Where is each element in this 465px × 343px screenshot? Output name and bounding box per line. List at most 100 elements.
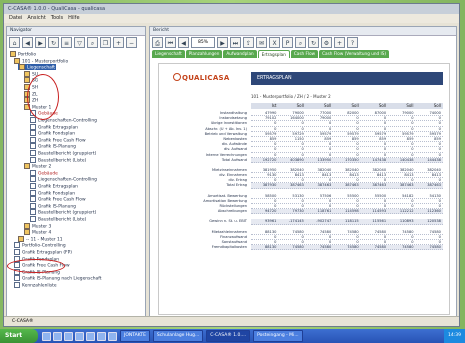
quicklaunch-icon[interactable] xyxy=(86,331,95,341)
tree-folder[interactable]: Muster 2 xyxy=(24,163,51,170)
refresh-icon[interactable]: ↻ xyxy=(48,37,59,48)
taskbar-button[interactable]: Schulanlage Hug... xyxy=(152,330,204,342)
table-cell: 147438 xyxy=(372,157,387,162)
taskbar-button[interactable]: C-CASA® 1.0.... xyxy=(206,330,251,342)
tree-folder[interactable]: Portfolio xyxy=(10,51,36,58)
taskbar-button[interactable]: JONTAKTE xyxy=(120,330,150,342)
tab-cash-flow-verwaltung-und-is-[interactable]: Cash Flow (Verwaltung und IS) xyxy=(319,50,390,58)
forward-icon[interactable]: ▶ xyxy=(35,37,46,48)
start-button[interactable]: Start xyxy=(0,329,38,343)
back-icon[interactable]: ◀ xyxy=(22,37,33,48)
tree-label: Kennzahlenliste xyxy=(22,283,57,289)
taskbar-button[interactable]: Posteingang - Mi... xyxy=(253,330,303,342)
menu-item[interactable]: Ansicht xyxy=(27,15,45,21)
table-cell: 112360 xyxy=(427,209,441,214)
table-cell: 381950 xyxy=(262,167,277,172)
tree-item[interactable]: Grafik Free Cash Flow xyxy=(30,136,86,143)
copy-icon[interactable]: ❐ xyxy=(100,37,111,48)
quicklaunch-icon[interactable] xyxy=(108,331,117,341)
table-cell: 74580 xyxy=(319,245,332,250)
screen-background: C-CASA® 1.0.0 - QualiCasa - qualicasa Da… xyxy=(0,0,465,343)
tree-item[interactable]: Grafik Fondsplan xyxy=(30,189,75,196)
tree-item[interactable]: Portfolio-Controlling xyxy=(14,242,66,249)
search-icon[interactable]: ⌕ xyxy=(87,37,98,48)
next-page-icon[interactable]: ▶ xyxy=(217,37,228,48)
print-icon[interactable]: ⎙ xyxy=(152,37,163,48)
table-cell: 0 xyxy=(383,121,387,126)
tab-planzahlungen[interactable]: Planzahlungen xyxy=(185,50,223,58)
expand-icon[interactable]: + xyxy=(113,37,124,48)
tree-item[interactable]: Grafik Ertragsplan xyxy=(30,183,78,190)
table-cell: 79000 xyxy=(402,111,414,115)
column-header: Soll xyxy=(433,103,441,108)
tree-item[interactable]: Grafik IS-Planung nach Liegenschaft xyxy=(14,275,101,282)
menu-item[interactable]: Hilfe xyxy=(68,15,79,21)
tab-liegenschaft[interactable]: Liegenschaft xyxy=(152,50,185,58)
table-cell: 54182 xyxy=(402,193,414,198)
add-icon[interactable]: + xyxy=(334,37,345,48)
quicklaunch-icon[interactable] xyxy=(53,331,62,341)
folder-icon xyxy=(14,57,20,64)
tree-item[interactable]: Baustellbericht (gruppiert) xyxy=(30,209,96,216)
export-icon[interactable]: ⇪ xyxy=(243,37,254,48)
table-cell: 74580 xyxy=(374,245,387,250)
tree-item[interactable]: Grafik IS-Planung xyxy=(30,143,76,150)
excel-icon[interactable]: X xyxy=(269,37,280,48)
table-cell: 8413 xyxy=(349,173,359,178)
find-icon[interactable]: ⌕ xyxy=(295,37,306,48)
zoom-select[interactable]: 85% xyxy=(191,37,215,48)
menu-item[interactable]: Datei xyxy=(9,15,22,21)
tree-item[interactable]: Grafik IS-Planung xyxy=(30,202,76,209)
tree-item[interactable]: Baustellbericht (gruppiert) xyxy=(30,150,96,157)
table-cell: 382040 xyxy=(372,167,387,172)
tab-aufwandplan[interactable]: Aufwandplan xyxy=(223,50,257,58)
help-icon[interactable]: ? xyxy=(347,37,358,48)
column-header: Soll xyxy=(296,103,304,108)
last-page-icon[interactable]: ⏭ xyxy=(230,37,241,48)
tree-item[interactable]: Grafik Fondsplan xyxy=(30,130,75,137)
table-row: Fremdkapitalkosten 88130 74580 74580 74580 74… xyxy=(165,245,443,251)
table-cell: 403890 xyxy=(290,157,304,162)
home-icon[interactable]: ⌂ xyxy=(9,37,20,48)
quicklaunch-icon[interactable] xyxy=(97,331,106,341)
filter-icon[interactable]: ▽ xyxy=(74,37,85,48)
table-cell: 59579 xyxy=(347,131,359,136)
quicklaunch-icon[interactable] xyxy=(64,331,73,341)
table-cell: 0 xyxy=(383,116,387,121)
refresh-report-icon[interactable]: ↻ xyxy=(308,37,319,48)
tree-item[interactable]: Grafik Free Cash Flow xyxy=(30,196,86,203)
table-cell: 0 xyxy=(383,239,387,244)
tree-item[interactable]: Grafik Ertragsplan (FP) xyxy=(14,249,72,256)
table-cell: 94720 xyxy=(264,209,277,214)
tree-item[interactable]: Grafik Ertragsplan xyxy=(30,123,78,130)
table-cell: -174145 xyxy=(288,219,304,224)
tree-icon[interactable]: ≡ xyxy=(61,37,72,48)
quicklaunch-icon[interactable] xyxy=(42,331,51,341)
tree-item[interactable]: Baustellbericht (Liste) xyxy=(30,216,86,223)
quicklaunch-icon[interactable] xyxy=(75,331,84,341)
tree-folder[interactable]: -- 11 - Muster 11 xyxy=(18,235,63,242)
mail-icon[interactable]: ✉ xyxy=(256,37,267,48)
settings-icon[interactable]: ⚙ xyxy=(321,37,332,48)
tab-ertragsplan[interactable]: Ertragsplan xyxy=(257,50,290,58)
tree-item[interactable]: Gebäude xyxy=(30,169,58,176)
tree-folder[interactable]: Muster 4 xyxy=(24,229,51,236)
tree-item[interactable]: Liegenschaften-Controlling xyxy=(30,176,97,183)
collapse-icon[interactable]: − xyxy=(126,37,137,48)
prev-page-icon[interactable]: ◀ xyxy=(178,37,189,48)
table-cell: 110893 xyxy=(399,219,414,224)
pdf-icon[interactable]: P xyxy=(282,37,293,48)
first-page-icon[interactable]: ⏮ xyxy=(165,37,176,48)
window-title: C-CASA® 1.0.0 - QualiCasa - qualicasa xyxy=(4,4,459,14)
tab-cash-flow[interactable]: Cash Flow xyxy=(290,50,319,58)
table-cell: 0 xyxy=(411,126,414,131)
tree-item[interactable]: Baustellbericht (Liste) xyxy=(30,156,86,163)
windows-taskbar: Start JONTAKTE Schulanlage Hug... C-CASA® … xyxy=(0,329,465,343)
table-cell: 164000 xyxy=(290,116,304,121)
tree-folder[interactable]: 101 - Musterportfolio xyxy=(14,57,68,64)
tree-item[interactable]: Kennzahlenliste xyxy=(14,282,57,289)
tree-folder[interactable]: Muster 3 xyxy=(24,222,51,229)
table-cell: 0 xyxy=(356,116,359,121)
tree-folder[interactable]: Liegenschaft xyxy=(18,64,57,71)
menu-item[interactable]: Tools xyxy=(51,15,63,21)
